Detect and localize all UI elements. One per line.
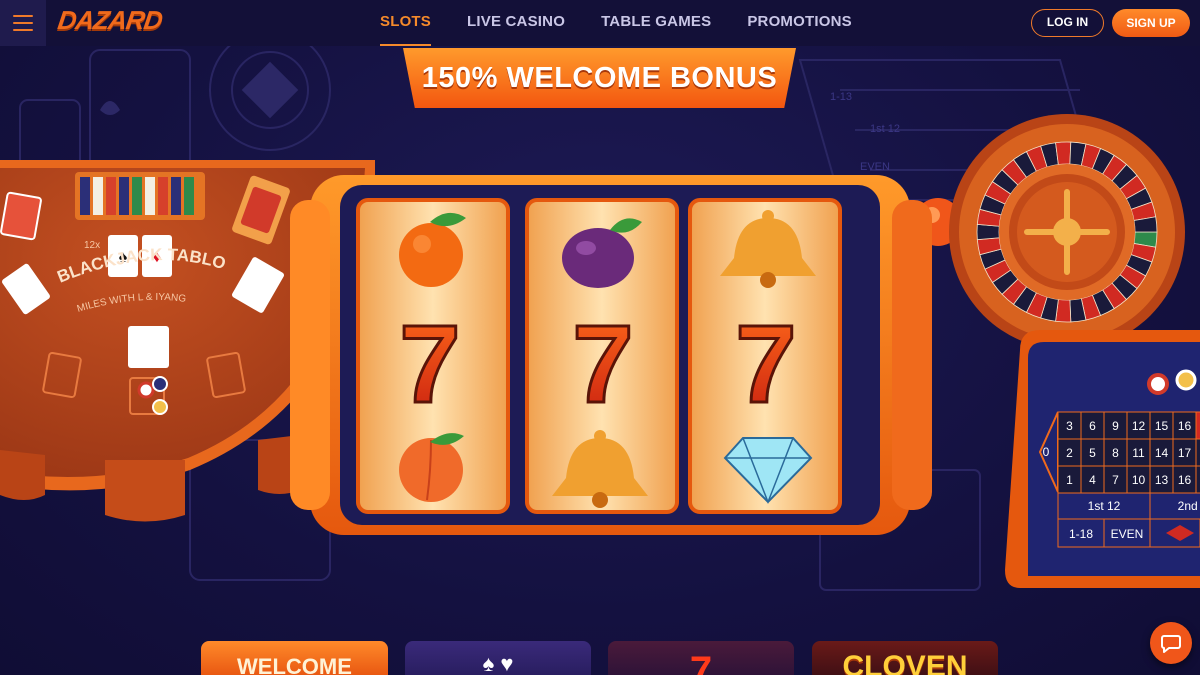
roulette-cell-number: 5: [1089, 446, 1096, 460]
roulette-zero: 0: [1043, 445, 1050, 459]
promo-tile-sevens[interactable]: 7: [608, 641, 794, 675]
roulette-table: 03691215162258111417214710131611st 122nd…: [1005, 330, 1200, 588]
roulette-cell-number: 4: [1089, 473, 1096, 487]
roulette-dozen-label: 2nd 12: [1178, 499, 1200, 513]
promo-tile-cards[interactable]: ♠ ♥: [405, 641, 591, 675]
roulette-wheel: [949, 114, 1185, 350]
roulette-cell-number: 6: [1089, 419, 1096, 433]
tile-label: WELCOME: [237, 654, 352, 675]
svg-text:7: 7: [399, 303, 460, 426]
cards-icon: ♠ ♥: [482, 651, 514, 675]
roulette-cell-number: 2: [1066, 446, 1073, 460]
banner-text: 150% WELCOME BONUS: [421, 61, 778, 94]
roulette-cell-number: 1: [1066, 473, 1073, 487]
chat-bubble-icon[interactable]: [1150, 622, 1192, 664]
promo-tile-cloven[interactable]: CLOVEN: [812, 641, 998, 675]
svg-text:7: 7: [572, 303, 633, 426]
roulette-dozen-label: 1st 12: [1088, 499, 1121, 513]
hamburger-icon[interactable]: [0, 0, 46, 46]
nav-item-slots[interactable]: SLOTS: [380, 0, 432, 46]
roulette-cell-number: 3: [1066, 419, 1073, 433]
roulette-cell-number: 17: [1178, 446, 1192, 460]
svg-text:7: 7: [735, 303, 796, 426]
nav-item-table-games[interactable]: TABLE GAMES: [601, 0, 711, 46]
promo-tile-welcome[interactable]: WELCOME: [201, 641, 388, 675]
roulette-cell-number: 13: [1155, 473, 1169, 487]
roulette-cell-number: 16: [1178, 419, 1192, 433]
login-button[interactable]: LOG IN: [1031, 9, 1104, 37]
roulette-outside-label: EVEN: [1111, 527, 1144, 541]
seven-icon: 7: [689, 649, 713, 675]
nav-item-live-casino[interactable]: LIVE CASINO: [467, 0, 565, 46]
roulette-cell-number: 14: [1155, 446, 1169, 460]
main-nav: SLOTS LIVE CASINO TABLE GAMES PROMOTIONS: [380, 0, 888, 46]
signup-button[interactable]: SIGN UP: [1112, 9, 1190, 37]
nav-item-promotions[interactable]: PROMOTIONS: [747, 0, 852, 46]
roulette-cell-number: 16: [1178, 473, 1192, 487]
roulette-cell: [1195, 465, 1200, 494]
blackjack-multiplier: 12x: [84, 240, 100, 251]
wheel-pocket: [1055, 141, 1072, 165]
roulette-cell-number: 10: [1132, 473, 1146, 487]
roulette-cell-number: 8: [1112, 446, 1119, 460]
page: 1-13 1st 12 EVEN ♠ ♦ BLACKJACK TABLO MIL…: [0, 0, 1200, 675]
slot-machine: 7 7 7: [290, 175, 962, 535]
roulette-cell-number: 7: [1112, 473, 1119, 487]
roulette-outside-label: 1-18: [1069, 527, 1093, 541]
tile-label: CLOVEN: [842, 650, 968, 675]
roulette-cell-number: 15: [1155, 419, 1169, 433]
svg-text:1st 12: 1st 12: [870, 123, 900, 135]
roulette-cell: [1195, 411, 1200, 440]
welcome-bonus-banner[interactable]: 150% WELCOME BONUS: [403, 48, 796, 108]
roulette-cell-number: 12: [1132, 419, 1146, 433]
top-navbar: DAZARD SLOTS LIVE CASINO TABLE GAMES PRO…: [0, 0, 1200, 46]
chat-icon: [1161, 635, 1181, 653]
roulette-cell-number: 9: [1112, 419, 1119, 433]
wheel-pocket: [976, 223, 1000, 241]
roulette-cell-number: 11: [1132, 446, 1145, 460]
bg-label: 1-13: [830, 91, 852, 103]
logo[interactable]: DAZARD: [56, 5, 164, 36]
roulette-cell: [1195, 438, 1200, 467]
